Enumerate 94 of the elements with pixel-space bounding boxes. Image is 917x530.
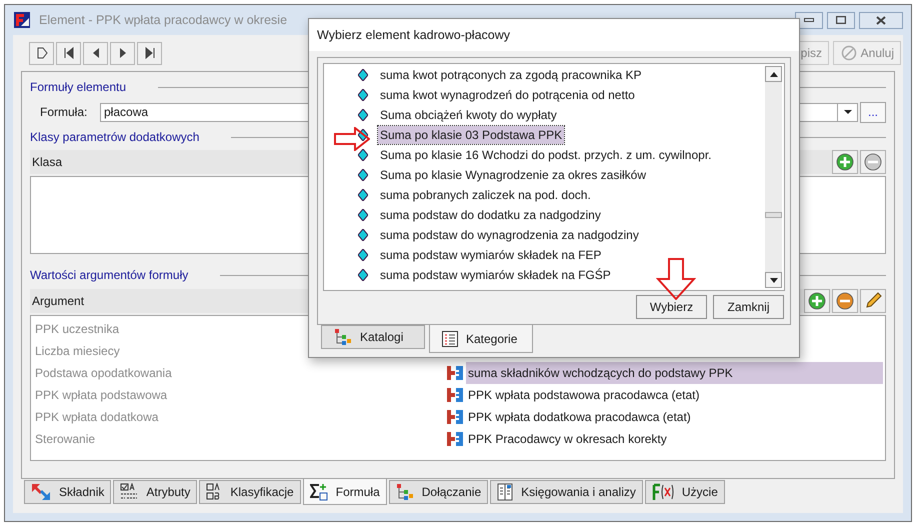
pointer-arrow	[334, 127, 370, 151]
tab[interactable]: Atrybuty	[113, 480, 198, 504]
list-item[interactable]: Suma obciążeń kwoty do wypłaty	[378, 106, 559, 124]
add-button[interactable]	[804, 289, 830, 313]
argument-name: Sterowanie	[35, 431, 96, 448]
arrows-icon	[31, 483, 51, 501]
diamond-icon	[358, 69, 368, 81]
diamond-icon	[358, 109, 368, 121]
diamond-icon	[358, 189, 368, 201]
formula-label: Formuła:	[40, 104, 88, 121]
dialog-title: Wybierz element kadrowo-płacowy	[317, 26, 510, 44]
argument-value[interactable]: PPK wpłata dodatkowa pracodawca (etat)	[466, 406, 883, 428]
tree-icon	[334, 328, 352, 346]
cancel-icon	[840, 45, 857, 61]
classification-icon	[206, 483, 222, 501]
list-item[interactable]: suma kwot potrąconych za zgodą pracownika KP	[378, 66, 644, 84]
edit-button[interactable]	[860, 289, 886, 313]
minus-icon	[836, 292, 854, 310]
argument-name: PPK wpłata dodatkowa	[35, 409, 158, 426]
browse-button[interactable]: ...	[860, 102, 886, 122]
list-item[interactable]: suma podstaw wymiarów składek na FEP	[378, 246, 604, 264]
close-icon	[876, 16, 886, 24]
minus-icon	[864, 153, 882, 171]
attributes-icon	[120, 483, 138, 501]
previous-button[interactable]	[83, 42, 108, 64]
tree-icon	[396, 483, 414, 501]
section-title: Formuły elementu	[30, 79, 126, 96]
function-icon	[652, 483, 674, 501]
list-item[interactable]: Suma po klasie 16 Wchodzi do podst. przych. z um. cywilnopr.	[378, 146, 714, 164]
dialog-tab[interactable]: Katalogi	[321, 325, 425, 349]
section-title: Klasy parametrów dodatkowych	[30, 129, 200, 146]
app-icon	[13, 11, 31, 29]
diamond-icon	[358, 169, 368, 181]
column-header: Klasa	[31, 154, 62, 171]
argument-value[interactable]: PPK Pracodawcy w okresach korekty	[466, 428, 883, 450]
list-item[interactable]: Suma po klasie 03 Podstawa PPK	[378, 126, 564, 144]
section-title: Wartości argumentów formuły	[30, 267, 188, 284]
pointer-arrow	[656, 258, 696, 300]
ledger-icon	[497, 483, 514, 501]
diamond-icon	[358, 249, 368, 261]
list-item[interactable]: suma podstaw do dodatku za nadgodziny	[378, 206, 603, 224]
scroll-down-icon	[770, 278, 778, 282]
dialog-tab[interactable]: Kategorie	[429, 325, 533, 353]
list-item[interactable]: suma podstaw do wynagrodzenia za nadgodziny	[378, 226, 641, 244]
tab[interactable]: Klasyfikacje	[199, 480, 301, 504]
plus-icon	[808, 292, 826, 310]
plus-icon	[836, 153, 854, 171]
select-button[interactable]: Wybierz	[636, 295, 707, 319]
tab[interactable]: Dołączanie	[388, 480, 488, 504]
scroll-up-icon	[770, 72, 778, 76]
pencil-icon	[864, 292, 882, 310]
diamond-icon	[358, 209, 368, 221]
element-icon	[446, 387, 464, 403]
tab[interactable]: Księgowania i analizy	[490, 480, 643, 504]
minimize-icon	[804, 18, 814, 22]
list-item[interactable]: suma kwot wynagrodzeń do potrącenia od netto	[378, 86, 637, 104]
argument-value[interactable]: PPK wpłata podstawowa pracodawca (etat)	[466, 384, 883, 406]
maximize-icon	[836, 16, 846, 24]
element-icon	[446, 409, 464, 425]
dropdown-arrow-icon	[844, 110, 852, 114]
new-button[interactable]	[29, 42, 54, 64]
argument-value[interactable]: suma składników wchodzących do podstawy PPK	[466, 362, 883, 384]
argument-name: PPK uczestnika	[35, 321, 120, 338]
last-button[interactable]	[137, 42, 162, 64]
column-header: Argument	[31, 293, 84, 310]
diamond-icon	[358, 269, 368, 281]
add-button[interactable]	[832, 150, 858, 174]
diamond-icon	[358, 89, 368, 101]
tab[interactable]: Formuła	[302, 479, 387, 505]
diamond-icon	[358, 229, 368, 241]
list-item[interactable]: suma podstaw wymiarów składek na FGŚP	[378, 266, 613, 284]
diamond-icon	[358, 129, 368, 141]
list-item[interactable]: suma pobranych zaliczek na pod. doch.	[378, 186, 593, 204]
remove-button[interactable]	[832, 289, 858, 313]
argument-name: Podstawa opodatkowania	[35, 365, 172, 382]
scrollbar[interactable]	[765, 66, 782, 288]
first-button[interactable]	[56, 42, 81, 64]
maximize-button[interactable]	[827, 12, 855, 28]
close-dialog-button[interactable]: Zamknij	[713, 295, 784, 319]
sigma-icon	[310, 482, 328, 500]
list-icon	[442, 330, 458, 346]
diamond-icon	[358, 149, 368, 161]
argument-name: PPK wpłata podstawowa	[35, 387, 168, 404]
window-title: Element - PPK wpłata pracodawcy w okresie	[39, 12, 288, 29]
element-icon	[446, 431, 464, 447]
close-button[interactable]	[859, 12, 903, 28]
list-item[interactable]: Suma po klasie Wynagrodzenie za okres zasiłków	[378, 166, 648, 184]
element-icon	[446, 365, 464, 381]
tab[interactable]: Składnik	[24, 480, 112, 504]
remove-button[interactable]	[860, 150, 886, 174]
scrollbar-thumb[interactable]	[765, 212, 782, 218]
tab[interactable]: Użycie	[644, 480, 725, 504]
next-button[interactable]	[110, 42, 135, 64]
argument-name: Liczba miesiecy	[35, 343, 120, 360]
